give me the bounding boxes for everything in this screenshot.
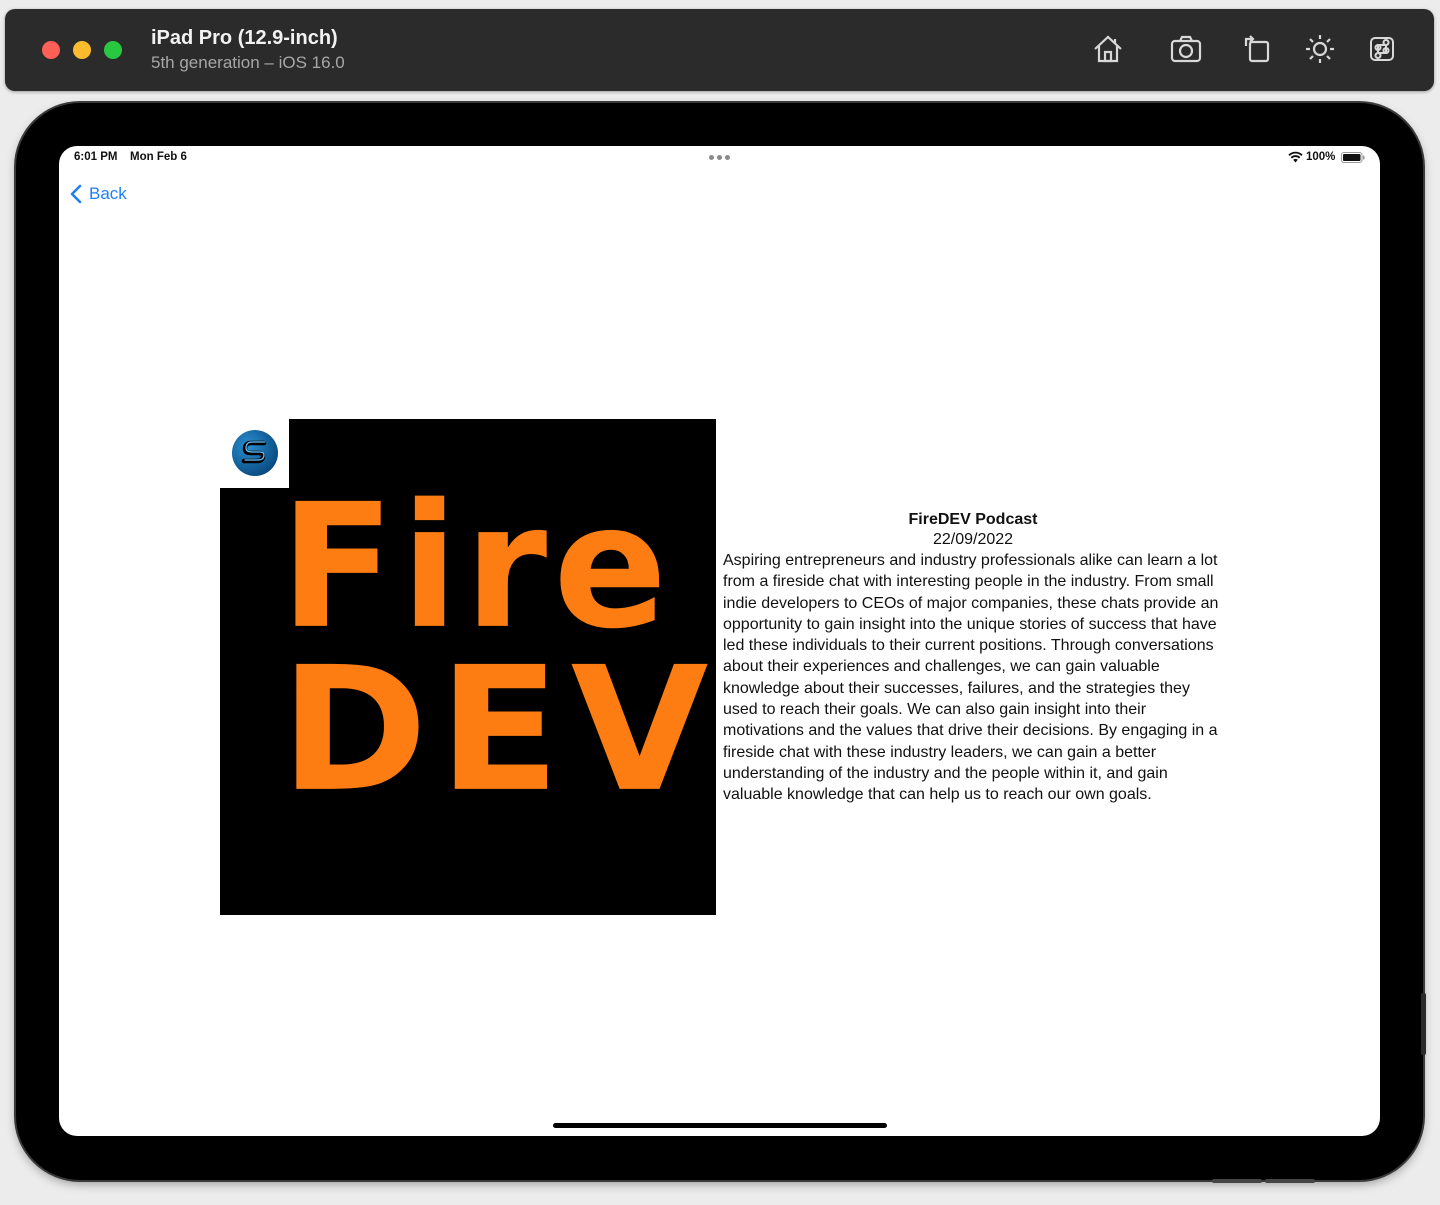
rotate-icon	[1244, 35, 1270, 63]
appearance-icon	[1306, 35, 1334, 63]
home-icon	[1094, 35, 1122, 63]
device-screen: 6:01 PM Mon Feb 6 100% Back Fire DEV Fir…	[59, 146, 1380, 1136]
home-button[interactable]	[1089, 30, 1127, 68]
battery-icon	[1341, 152, 1365, 163]
back-label: Back	[89, 184, 127, 203]
command-button[interactable]	[1363, 30, 1401, 68]
wifi-icon	[1288, 151, 1303, 163]
artwork-title-line2: DEV	[280, 629, 720, 830]
command-icon	[1370, 37, 1394, 61]
simulator-titlebar: iPad Pro (12.9-inch) 5th generation – iO…	[5, 9, 1434, 91]
podcast-artwork: Fire DEV	[220, 419, 716, 915]
episode-description: Aspiring entrepreneurs and industry prof…	[723, 552, 1219, 804]
home-indicator[interactable]	[553, 1123, 887, 1128]
close-window-button[interactable]	[42, 41, 60, 59]
dot-icon	[709, 155, 714, 160]
multitasking-dots[interactable]	[709, 155, 730, 160]
battery-percent: 100%	[1306, 151, 1336, 163]
status-date: Mon Feb 6	[130, 151, 187, 163]
artwork-title-line1: Fire	[280, 466, 674, 667]
minimize-window-button[interactable]	[73, 41, 91, 59]
screenshot-icon	[1170, 35, 1202, 63]
screenshot-button[interactable]	[1167, 30, 1205, 68]
s-logo-icon	[241, 440, 267, 464]
device-subtitle: 5th generation – iOS 16.0	[151, 53, 345, 72]
volume-up-button[interactable]	[1212, 1179, 1262, 1183]
chevron-left-icon	[70, 184, 82, 204]
zoom-window-button[interactable]	[104, 41, 122, 59]
brand-logo-icon	[232, 430, 278, 476]
episode-date: 22/09/2022	[932, 531, 1014, 548]
back-button[interactable]: Back	[69, 182, 127, 206]
episode-info: FireDEV Podcast 22/09/2022 Aspiring entr…	[723, 510, 1223, 806]
dot-icon	[725, 155, 730, 160]
status-time: 6:01 PM	[74, 151, 118, 163]
volume-down-button[interactable]	[1265, 1179, 1315, 1183]
appearance-button[interactable]	[1301, 30, 1339, 68]
device-name: iPad Pro (12.9-inch)	[151, 27, 338, 49]
side-button[interactable]	[1421, 993, 1426, 1055]
rotate-button[interactable]	[1238, 30, 1276, 68]
episode-title: FireDEV Podcast	[908, 511, 1038, 528]
dot-icon	[717, 155, 722, 160]
